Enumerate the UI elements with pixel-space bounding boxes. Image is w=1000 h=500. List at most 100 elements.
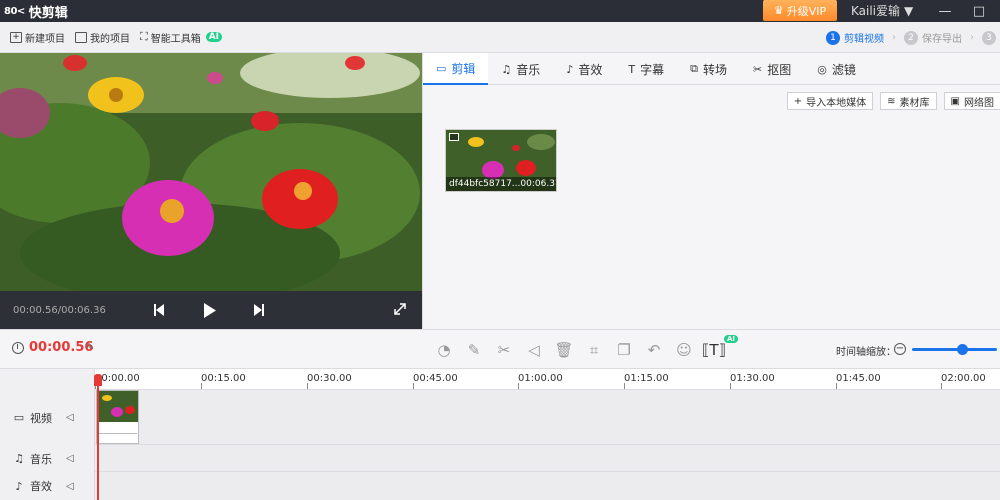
video-type-icon [449, 133, 459, 141]
track-headers: ▭ 视频 ◁ ♫ 音乐 ◁ ♪ 音效 ◁ [0, 369, 95, 500]
crop-icon[interactable]: ⌗ [584, 340, 604, 360]
flower-scene-image [0, 53, 422, 291]
user-menu[interactable]: Kaili爱输 ▼ [851, 2, 913, 19]
tab-label: 转场 [702, 62, 727, 77]
edit-time-icon[interactable]: ✎ [86, 342, 94, 353]
ruler-tick [413, 383, 414, 389]
ruler-label: 01:00.00 [518, 373, 563, 384]
step-label: 剪辑视频 [844, 34, 884, 45]
network-image-button[interactable]: ▣ 网络图 [943, 92, 1000, 110]
ruler-tick [624, 383, 625, 389]
smart-tools-label: 智能工具箱 [150, 33, 201, 45]
main-toolbar: + 新建项目 我的项目 ⛶ 智能工具箱 AI 1 剪辑视频 › 2 保存导出 ›… [0, 22, 1000, 53]
sound-effect-track[interactable] [95, 472, 1000, 500]
scissors-icon[interactable]: ✂ [494, 340, 514, 360]
timeline-ruler[interactable]: 00:00.00 00:15.00 00:30.00 00:45.00 01:0… [95, 369, 1000, 390]
minimize-button[interactable]: — [934, 0, 956, 22]
smart-tools-button[interactable]: ⛶ 智能工具箱 AI [140, 30, 223, 45]
step-number: 3 [982, 30, 996, 45]
music-track-icon: ♫ [14, 452, 24, 465]
music-icon: ♫ [501, 62, 512, 76]
speaker-icon[interactable]: ◁ [66, 481, 74, 492]
step-edit-video[interactable]: 1 剪辑视频 [826, 30, 884, 45]
tab-transition[interactable]: ⧉ 转场 [677, 53, 740, 85]
video-preview[interactable] [0, 53, 422, 291]
import-label: 导入本地媒体 [806, 97, 867, 109]
previous-frame-button[interactable] [153, 303, 165, 317]
volume-icon[interactable]: ◁ [524, 340, 544, 360]
track-label: 音效 [30, 480, 52, 493]
media-actions: + 导入本地媒体 ≋ 素材库 ▣ 网络图 [786, 92, 1000, 110]
ai-subtitle-icon[interactable]: ⟦T⟧ [702, 340, 726, 360]
image-icon: ▣ [950, 95, 960, 107]
next-frame-button[interactable] [253, 303, 265, 317]
tab-cutout[interactable]: ✂ 抠图 [740, 53, 804, 85]
sound-effect-icon: ♪ [566, 62, 574, 76]
clip-thumbnail [97, 391, 138, 422]
my-projects-button[interactable]: 我的项目 [75, 30, 130, 45]
step-save-export[interactable]: 2 保存导出 [904, 30, 962, 45]
ruler-label: 00:45.00 [413, 373, 458, 384]
panel-tabs: ▭ 剪辑 ♫ 音乐 ♪ 音效 T 字幕 ⧉ 转场 ✂ 抠图 ◎ 滤镜 [423, 53, 1000, 85]
speaker-icon[interactable]: ◁ [66, 453, 74, 464]
clock-icon [12, 342, 24, 354]
play-button[interactable] [203, 302, 217, 319]
zoom-out-icon[interactable]: − [894, 343, 906, 355]
tab-label: 音效 [578, 62, 603, 77]
pencil-icon[interactable]: ✎ [464, 340, 484, 360]
ai-badge: AI [205, 32, 223, 42]
delete-icon[interactable]: 🗑 [554, 340, 574, 360]
step-number: 1 [826, 30, 840, 45]
tab-edit[interactable]: ▭ 剪辑 [423, 53, 489, 85]
ruler-label: 00:30.00 [307, 373, 352, 384]
ruler-label: 01:30.00 [730, 373, 775, 384]
video-track-icon: ▭ [13, 411, 25, 424]
tab-filter[interactable]: ◎ 滤镜 [804, 53, 869, 85]
zoom-label: 时间轴缩放： [836, 347, 896, 358]
play-icon [204, 303, 216, 318]
music-track-header: ♫ 音乐 ◁ [0, 445, 95, 472]
media-item[interactable]: df44bfc58717... 00:06.37 [445, 129, 557, 192]
text-icon: T [628, 62, 636, 76]
maximize-button[interactable]: □ [968, 0, 990, 22]
my-projects-label: 我的项目 [90, 33, 130, 45]
tab-subtitle[interactable]: T 字幕 [615, 53, 677, 85]
user-name: Kaili爱输 [851, 4, 901, 18]
fullscreen-button[interactable] [393, 302, 407, 316]
upgrade-vip-button[interactable]: ♛ 升级VIP [763, 0, 837, 21]
ruler-tick [730, 383, 731, 389]
player-controls: 00:00.56/00:06.36 [0, 291, 422, 329]
speed-icon[interactable]: ◔ [434, 340, 454, 360]
chevron-right-icon: › [892, 32, 896, 43]
media-panel: ▭ 剪辑 ♫ 音乐 ♪ 音效 T 字幕 ⧉ 转场 ✂ 抠图 ◎ 滤镜 + 导入本… [422, 53, 1000, 329]
step-number: 2 [904, 30, 918, 45]
tab-label: 滤镜 [831, 62, 856, 77]
plus-icon: + [793, 95, 803, 107]
ruler-tick [836, 383, 837, 389]
video-clip[interactable] [96, 390, 139, 444]
tab-sound-effect[interactable]: ♪ 音效 [553, 53, 615, 85]
zoom-slider-knob[interactable] [957, 344, 968, 355]
folder-icon [75, 31, 87, 43]
app-logo: 80< 快剪辑 [0, 2, 68, 21]
import-local-media-button[interactable]: + 导入本地媒体 [786, 92, 874, 110]
sticker-icon[interactable]: ☺ [674, 340, 694, 360]
library-label: 素材库 [899, 97, 930, 109]
playhead[interactable] [97, 377, 99, 500]
playback-time: 00:00.56/00:06.36 [13, 304, 106, 316]
material-library-button[interactable]: ≋ 素材库 [880, 92, 937, 110]
zoom-slider-track[interactable] [912, 348, 997, 351]
step-three[interactable]: 3 [982, 30, 1000, 45]
upgrade-vip-label: 升级VIP [786, 4, 827, 18]
music-track[interactable] [95, 445, 1000, 472]
tab-music[interactable]: ♫ 音乐 [488, 53, 553, 85]
track-label: 音乐 [30, 452, 52, 466]
undo-icon[interactable]: ↶ [644, 340, 664, 360]
new-project-button[interactable]: + 新建项目 [10, 30, 65, 45]
cutout-icon: ✂ [752, 62, 763, 76]
caret-down-icon: ▼ [904, 3, 914, 18]
clip-audio-line [99, 433, 137, 434]
copy-icon[interactable]: ❐ [614, 340, 634, 360]
speaker-icon[interactable]: ◁ [66, 412, 74, 423]
video-track[interactable] [95, 390, 1000, 445]
